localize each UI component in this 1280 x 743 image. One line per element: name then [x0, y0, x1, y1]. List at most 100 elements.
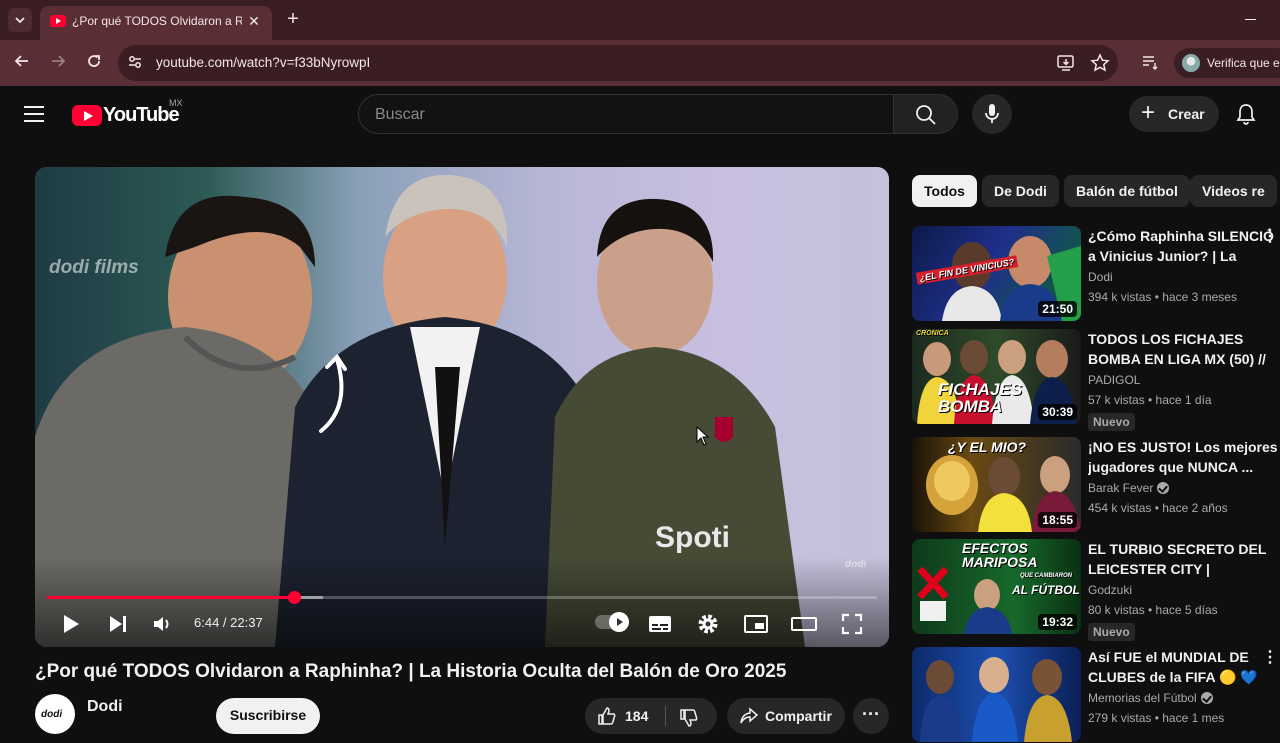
- thumbnail-small-text: CRÓNICA: [916, 330, 949, 337]
- recommendation-thumbnail[interactable]: ¿EL FIN DE VINICIUS? 21:50: [912, 226, 1081, 321]
- more-options-vertical-icon[interactable]: ⋮: [1262, 647, 1278, 667]
- recommendation-item[interactable]: EFECTOS MARIPOSA QUE CAMBIARON AL FÚTBOL…: [912, 539, 1280, 641]
- tab-close-icon[interactable]: ✕: [244, 11, 264, 31]
- video-player[interactable]: Spoti dodi films dodi 6:44 / 22:37: [35, 167, 889, 647]
- fullscreen-icon: [841, 613, 863, 635]
- autoplay-knob: [609, 612, 629, 632]
- search-placeholder: Buscar: [375, 106, 425, 123]
- theater-mode-button[interactable]: [790, 610, 818, 638]
- gear-icon: [698, 614, 718, 634]
- play-icon: [64, 615, 79, 633]
- volume-button[interactable]: [149, 610, 177, 638]
- share-button[interactable]: Compartir: [727, 698, 845, 734]
- recommendation-title[interactable]: Así FUE el MUNDIAL DE CLUBES de la FIFA …: [1088, 647, 1278, 687]
- notifications-bell-icon[interactable]: [1234, 102, 1258, 126]
- chip-videos-relacionados[interactable]: Videos re: [1190, 175, 1277, 207]
- thumbnail-players-image: [920, 657, 1072, 742]
- recommendation-thumbnail[interactable]: ¿Y EL MIO? 18:55: [912, 437, 1081, 532]
- channel-avatar-text: dodi: [41, 709, 63, 720]
- youtube-favicon-icon: [50, 15, 66, 27]
- recommendation-item[interactable]: ¿Y EL MIO? 18:55 ¡NO ES JUSTO! Los mejor…: [912, 437, 1280, 533]
- recommendation-title[interactable]: EL TURBIO SECRETO DEL LEICESTER CITY | M…: [1088, 539, 1278, 579]
- recommendation-thumbnail[interactable]: [912, 647, 1081, 742]
- create-button[interactable]: + Crear: [1129, 96, 1219, 132]
- recommendation-item[interactable]: Así FUE el MUNDIAL DE CLUBES de la FIFA …: [912, 647, 1280, 743]
- subscribe-button[interactable]: Suscribirse: [216, 698, 320, 734]
- settings-button[interactable]: [694, 610, 722, 638]
- site-info-icon[interactable]: [126, 53, 146, 73]
- browser-tab-strip: ¿Por qué TODOS Olvidaron a Ra ✕ +: [0, 0, 1280, 40]
- browser-tab-active[interactable]: ¿Por qué TODOS Olvidaron a Ra ✕: [40, 6, 272, 40]
- autoplay-toggle[interactable]: [595, 612, 629, 632]
- recommendation-title[interactable]: TODOS LOS FICHAJES BOMBA EN LIGA MX (50)…: [1088, 329, 1278, 369]
- video-progress-bar[interactable]: [47, 591, 877, 604]
- like-count[interactable]: 184: [625, 708, 648, 724]
- reload-icon[interactable]: [84, 53, 104, 73]
- recommendation-channel: Godzuki: [1088, 583, 1132, 597]
- miniplayer-icon: [744, 615, 768, 633]
- recommendation-title[interactable]: ¿Cómo Raphinha SILENCIÓ a Vinicius Junio…: [1088, 226, 1278, 266]
- country-code: MX: [169, 98, 183, 108]
- recommendation-meta: 394 k vistas • hace 3 meses: [1088, 290, 1237, 304]
- chip-todos[interactable]: Todos: [912, 175, 977, 207]
- video-duration: 19:32: [1038, 614, 1077, 630]
- video-duration: 21:50: [1038, 301, 1077, 317]
- recommendation-item[interactable]: CRÓNICA FICHAJES BOMBA 30:39 TODOS LOS F…: [912, 329, 1280, 431]
- channel-name-text: Memorias del Fútbol: [1088, 691, 1197, 705]
- profile-verify-chip[interactable]: Verifica que eres: [1174, 48, 1280, 78]
- subtitles-button[interactable]: [646, 610, 674, 638]
- more-options-vertical-icon[interactable]: ⋮: [1262, 226, 1278, 246]
- fullscreen-button[interactable]: [838, 610, 866, 638]
- bookmark-star-icon[interactable]: [1090, 53, 1110, 78]
- video-watermark: dodi films: [49, 257, 139, 278]
- channel-name-text: PADIGOL: [1088, 373, 1141, 387]
- miniplayer-button[interactable]: [742, 610, 770, 638]
- chip-balon-de-futbol[interactable]: Balón de fútbol: [1064, 175, 1190, 207]
- new-tab-button[interactable]: +: [282, 8, 304, 30]
- minimize-window-button[interactable]: [1242, 10, 1260, 28]
- new-badge: Nuevo: [1088, 623, 1135, 641]
- verified-badge-icon: [1157, 482, 1170, 494]
- chevron-down-icon: [15, 17, 25, 24]
- next-video-button[interactable]: [104, 610, 132, 638]
- youtube-logo[interactable]: YouTube MX: [72, 98, 202, 128]
- logo-wordmark: YouTube: [103, 104, 180, 126]
- voice-search-button[interactable]: [972, 94, 1012, 134]
- browser-toolbar: youtube.com/watch?v=f33bNyrowpI Verifica…: [0, 40, 1280, 86]
- recommendation-thumbnail[interactable]: EFECTOS MARIPOSA QUE CAMBIARON AL FÚTBOL…: [912, 539, 1081, 634]
- recommendation-meta: 57 k vistas • hace 1 día: [1088, 393, 1212, 407]
- thumbnail-small-text: QUE CAMBIARON: [1020, 573, 1072, 579]
- address-bar[interactable]: youtube.com/watch?v=f33bNyrowpI: [118, 45, 1118, 81]
- like-divider: [665, 706, 666, 726]
- time-display: 6:44 / 22:37: [194, 615, 263, 630]
- search-button[interactable]: [894, 94, 958, 134]
- channel-avatar[interactable]: dodi: [35, 694, 75, 734]
- channel-name[interactable]: Dodi: [87, 698, 123, 716]
- share-arrow-icon: [740, 707, 759, 724]
- menu-hamburger-icon[interactable]: [24, 105, 46, 123]
- thumbs-down-icon[interactable]: [679, 708, 699, 728]
- install-app-icon[interactable]: [1056, 53, 1076, 78]
- thumbs-up-icon[interactable]: [597, 706, 617, 726]
- more-actions-button[interactable]: ···: [853, 698, 889, 734]
- tab-search-button[interactable]: [8, 8, 32, 32]
- play-button[interactable]: [57, 610, 85, 638]
- back-arrow-icon[interactable]: [12, 53, 32, 73]
- recommendation-title[interactable]: ¡NO ES JUSTO! Los mejores jugadores que …: [1088, 437, 1278, 477]
- microphone-icon: [985, 104, 999, 123]
- subtitles-icon: [649, 616, 671, 632]
- recommendation-meta: 279 k vistas • hace 1 mes: [1088, 711, 1225, 725]
- skip-next-icon: [110, 616, 126, 632]
- reading-list-icon[interactable]: [1140, 53, 1160, 73]
- search-icon: [916, 105, 936, 125]
- recommendation-meta: 454 k vistas • hace 2 años: [1088, 501, 1228, 515]
- search-input[interactable]: Buscar: [358, 94, 894, 134]
- chip-de-dodi[interactable]: De Dodi: [982, 175, 1059, 207]
- plus-icon: +: [1141, 99, 1156, 126]
- recommendation-item[interactable]: ¿EL FIN DE VINICIUS? 21:50 ¿Cómo Raphinh…: [912, 226, 1280, 322]
- profile-avatar: [1182, 54, 1200, 72]
- recommendation-thumbnail[interactable]: CRÓNICA FICHAJES BOMBA 30:39: [912, 329, 1081, 424]
- forward-arrow-icon[interactable]: [48, 53, 68, 73]
- annotation-arrow-icon: [319, 353, 347, 433]
- mouse-cursor-icon: [696, 426, 710, 446]
